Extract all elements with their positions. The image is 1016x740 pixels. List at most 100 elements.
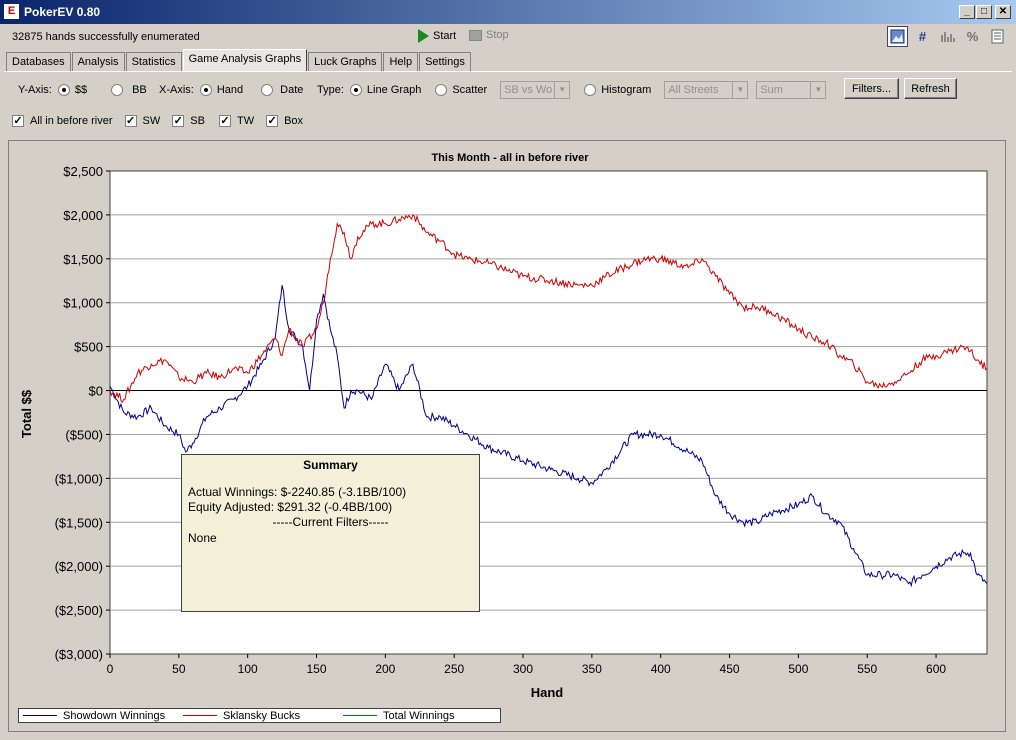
play-icon bbox=[418, 29, 429, 43]
yaxis-label: Y-Axis: bbox=[18, 84, 52, 96]
x-tick-label: 0 bbox=[107, 662, 114, 676]
toolbar: 32875 hands successfully enumerated Star… bbox=[0, 24, 1016, 50]
scatter-select-value: SB vs Wo bbox=[504, 84, 553, 96]
legend-swatch bbox=[23, 715, 57, 716]
line-chart: This Month - all in before river Total $… bbox=[19, 152, 988, 700]
tab-settings[interactable]: Settings bbox=[419, 52, 471, 71]
yaxis-group: Y-Axis: $$ BB bbox=[18, 81, 147, 99]
type-line-radio[interactable] bbox=[349, 84, 362, 96]
x-tick-label: 150 bbox=[306, 662, 326, 676]
sum-select[interactable]: Sum ▼ bbox=[756, 81, 827, 99]
y-tick-label: ($1,500) bbox=[55, 515, 103, 530]
app-icon: E bbox=[4, 4, 19, 19]
percent-icon[interactable]: % bbox=[962, 26, 983, 47]
xaxis-hand-radio[interactable] bbox=[199, 84, 212, 96]
y-tick-label: ($2,000) bbox=[55, 559, 103, 574]
summary-box: Summary Actual Winnings: $-2240.85 (-3.1… bbox=[181, 454, 480, 612]
xaxis-group: X-Axis: Hand Date bbox=[159, 81, 303, 99]
x-tick-label: 200 bbox=[375, 662, 395, 676]
tab-databases[interactable]: Databases bbox=[6, 52, 71, 71]
chevron-down-icon: ▼ bbox=[554, 82, 569, 98]
y-tick-label: ($3,000) bbox=[55, 647, 103, 662]
box-checkbox[interactable]: ✓ bbox=[266, 115, 279, 127]
streets-select[interactable]: All Streets ▼ bbox=[664, 81, 749, 99]
legend-item-sklansky: Sklansky Bucks bbox=[183, 709, 300, 722]
type-line-label: Line Graph bbox=[366, 84, 422, 96]
scatter-select[interactable]: SB vs Wo ▼ bbox=[500, 81, 571, 99]
type-histogram-label: Histogram bbox=[601, 84, 652, 96]
x-tick-label: 350 bbox=[582, 662, 602, 676]
picture-view-icon[interactable] bbox=[887, 26, 908, 47]
sb-checkbox[interactable]: ✓ bbox=[172, 115, 185, 127]
stop-icon bbox=[469, 29, 482, 41]
y-tick-label: $1,000 bbox=[63, 296, 103, 311]
stop-label: Stop bbox=[486, 29, 509, 41]
status-text: 32875 hands successfully enumerated bbox=[12, 31, 200, 43]
y-axis-label: Total $$ bbox=[19, 389, 34, 438]
x-tick-label: 600 bbox=[926, 662, 946, 676]
tab-analysis[interactable]: Analysis bbox=[71, 52, 125, 71]
y-tick-label: ($500) bbox=[65, 427, 103, 442]
start-button[interactable]: Start bbox=[418, 29, 456, 43]
tab-help[interactable]: Help bbox=[383, 52, 419, 71]
current-filters-heading: -----Current Filters----- bbox=[272, 515, 389, 529]
type-group: Type: Line Graph Scatter SB vs Wo ▼ Hist… bbox=[317, 81, 827, 99]
bar-chart-icon[interactable] bbox=[937, 26, 958, 47]
xaxis-hand-label: Hand bbox=[216, 84, 244, 96]
sw-checkbox[interactable]: ✓ bbox=[124, 115, 137, 127]
minimize-button[interactable]: _ bbox=[959, 5, 975, 19]
refresh-button[interactable]: Refresh bbox=[904, 78, 957, 99]
streets-select-value: All Streets bbox=[668, 84, 719, 96]
window-title: PokerEV 0.80 bbox=[24, 5, 101, 19]
type-histogram-radio[interactable] bbox=[584, 84, 597, 96]
stop-button[interactable]: Stop bbox=[469, 29, 509, 41]
tab-game-analysis-graphs[interactable]: Game Analysis Graphs bbox=[182, 49, 308, 71]
type-scatter-label: Scatter bbox=[452, 84, 488, 96]
xaxis-date-radio[interactable] bbox=[261, 84, 274, 96]
start-label: Start bbox=[433, 30, 457, 42]
tw-checkbox[interactable]: ✓ bbox=[218, 115, 231, 127]
sb-label: SB bbox=[190, 115, 205, 127]
series-checkboxes: ✓ All in before river ✓ SW ✓ SB ✓ TW ✓ B… bbox=[12, 112, 303, 130]
type-scatter-radio[interactable] bbox=[435, 84, 448, 96]
y-tick-label: $2,500 bbox=[63, 164, 103, 179]
box-label: Box bbox=[284, 115, 304, 127]
x-tick-label: 100 bbox=[238, 662, 258, 676]
legend-swatch bbox=[343, 715, 377, 716]
equity-adjusted-text: Equity Adjusted: $291.32 (-0.4BB/100) bbox=[188, 500, 393, 514]
sum-select-value: Sum bbox=[760, 84, 783, 96]
all-in-label: All in before river bbox=[30, 115, 113, 127]
grid-view-icon[interactable]: # bbox=[912, 26, 933, 47]
yaxis-dollars-label: $$ bbox=[74, 84, 88, 96]
x-tick-label: 550 bbox=[857, 662, 877, 676]
legend-label: Showdown Winnings bbox=[63, 709, 166, 722]
y-tick-label: $0 bbox=[89, 384, 103, 399]
tab-strip: Databases Analysis Statistics Game Analy… bbox=[6, 49, 472, 72]
maximize-button[interactable]: □ bbox=[976, 5, 992, 19]
legend-label: Total Winnings bbox=[383, 709, 455, 722]
y-tick-label: $1,500 bbox=[63, 252, 103, 267]
x-tick-label: 250 bbox=[444, 662, 464, 676]
legend-item-showdown: Showdown Winnings bbox=[23, 709, 165, 722]
x-tick-label: 500 bbox=[788, 662, 808, 676]
list-view-icon[interactable] bbox=[987, 26, 1008, 47]
y-tick-label: $2,000 bbox=[63, 208, 103, 223]
yaxis-bb-radio[interactable] bbox=[111, 84, 124, 96]
tab-luck-graphs[interactable]: Luck Graphs bbox=[308, 52, 383, 71]
chart-legend: Showdown Winnings Sklansky Bucks Total W… bbox=[18, 708, 501, 723]
x-tick-label: 300 bbox=[513, 662, 533, 676]
current-filters-value: None bbox=[188, 531, 217, 545]
summary-heading: Summary bbox=[303, 458, 358, 472]
x-tick-label: 450 bbox=[720, 662, 740, 676]
legend-swatch bbox=[183, 715, 217, 716]
all-in-checkbox[interactable]: ✓ bbox=[12, 115, 24, 127]
close-button[interactable]: ✕ bbox=[995, 5, 1011, 19]
tab-statistics[interactable]: Statistics bbox=[125, 52, 182, 71]
filters-button[interactable]: Filters... bbox=[844, 78, 899, 99]
x-tick-label: 50 bbox=[172, 662, 186, 676]
yaxis-dollars-radio[interactable] bbox=[57, 84, 70, 96]
y-tick-label: ($1,000) bbox=[55, 471, 103, 486]
yaxis-bb-label: BB bbox=[132, 84, 147, 96]
title-bar: E PokerEV 0.80 _ □ ✕ bbox=[0, 0, 1016, 24]
chart-area: This Month - all in before river Total $… bbox=[8, 140, 1006, 732]
